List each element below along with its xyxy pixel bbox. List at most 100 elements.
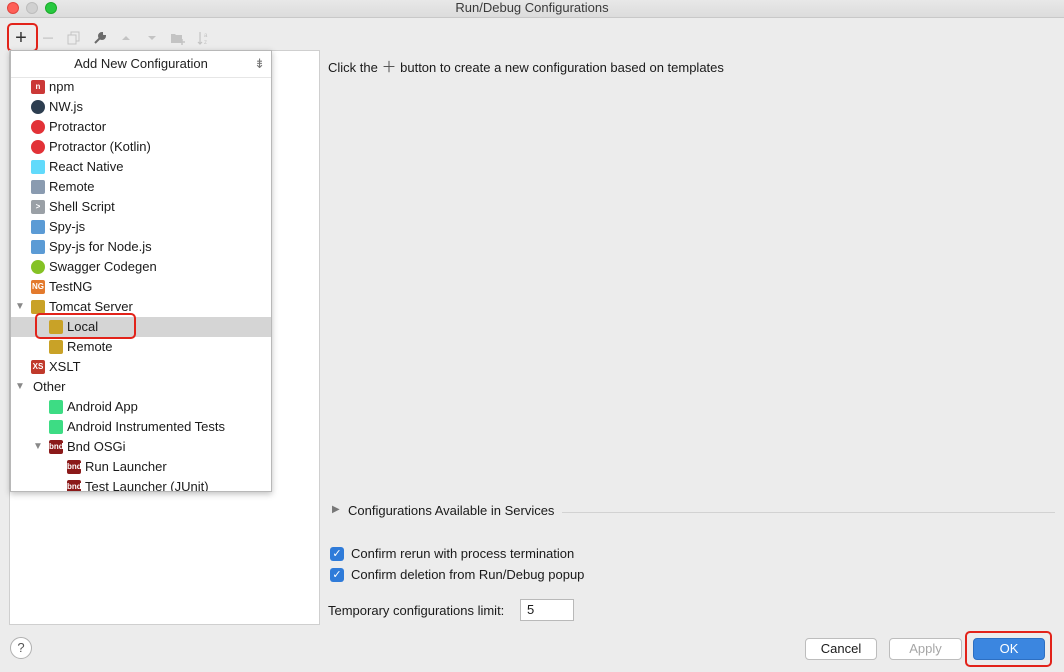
title-bar: Run/Debug Configurations <box>0 0 1064 18</box>
xslt-icon: XS <box>31 360 45 374</box>
confirm-deletion-label: Confirm deletion from Run/Debug popup <box>351 567 585 582</box>
confirm-deletion-checkbox[interactable]: ✓ <box>330 568 344 582</box>
config-type-label: Android Instrumented Tests <box>67 419 226 434</box>
config-type-item[interactable]: ▼ bnd Bnd OSGi <box>11 437 271 457</box>
sort-button[interactable]: az <box>193 27 215 49</box>
copy-configuration-button[interactable] <box>63 27 85 49</box>
testng-icon: NG <box>31 280 45 294</box>
config-type-label: Protractor <box>49 119 107 134</box>
config-type-label: NW.js <box>49 99 83 114</box>
spyjs-node-icon <box>31 240 45 254</box>
hint-text-before: Click the <box>328 60 378 75</box>
config-type-item[interactable]: Swagger Codegen <box>11 257 271 277</box>
tomcat-icon <box>31 300 45 314</box>
config-type-item[interactable]: Spy-js <box>11 217 271 237</box>
config-type-label: Remote <box>67 339 113 354</box>
help-button[interactable]: ? <box>10 637 32 659</box>
bnd-run-icon: bnd <box>67 460 82 474</box>
android-icon <box>49 400 63 414</box>
cancel-button[interactable]: Cancel <box>805 638 877 660</box>
config-type-label: Bnd OSGi <box>67 439 126 454</box>
config-type-item[interactable]: n npm <box>11 77 271 97</box>
ok-highlight-box <box>965 631 1052 667</box>
config-type-item[interactable]: Protractor (Kotlin) <box>11 137 271 157</box>
bnd-icon: bnd <box>49 440 64 454</box>
protractor-icon <box>31 140 45 154</box>
config-type-item[interactable]: React Native <box>11 157 271 177</box>
plus-highlight-box <box>7 23 38 52</box>
tomcat-icon <box>49 340 63 354</box>
config-type-item[interactable]: NG TestNG <box>11 277 271 297</box>
react-icon <box>31 160 45 174</box>
config-type-item[interactable]: NW.js <box>11 97 271 117</box>
config-type-item[interactable]: Android App <box>11 397 271 417</box>
config-type-label: Remote <box>49 179 95 194</box>
config-type-label: Other <box>33 379 66 394</box>
config-type-item[interactable]: bnd Test Launcher (JUnit) <box>11 477 271 492</box>
services-section[interactable]: ▶ Configurations Available in Services <box>330 502 1055 522</box>
config-type-label: Spy-js for Node.js <box>49 239 152 254</box>
divider <box>562 512 1055 513</box>
arrow-down-icon <box>148 36 156 40</box>
config-type-item[interactable]: ▼ Other <box>11 377 271 397</box>
config-type-item[interactable]: > Shell Script <box>11 197 271 217</box>
shell-icon: > <box>31 200 45 214</box>
limit-label: Temporary configurations limit: <box>328 603 505 618</box>
config-type-label: npm <box>49 79 75 94</box>
config-type-label: Swagger Codegen <box>49 259 157 274</box>
arrow-up-icon <box>122 36 130 40</box>
local-highlight-box <box>35 313 136 339</box>
empty-state-hint: Click the ＋ button to create a new confi… <box>328 56 724 77</box>
confirm-rerun-label: Confirm rerun with process termination <box>351 546 575 561</box>
remove-configuration-button[interactable] <box>37 27 59 49</box>
android-icon <box>49 420 63 434</box>
limit-input[interactable]: 5 <box>520 599 574 621</box>
svg-text:z: z <box>204 40 207 45</box>
npm-icon: n <box>31 80 45 94</box>
config-type-label: XSLT <box>49 359 81 374</box>
wrench-icon <box>94 31 107 44</box>
edit-templates-button[interactable] <box>89 27 111 49</box>
collapse-all-icon[interactable]: ⇟ <box>254 51 265 77</box>
svg-text:a: a <box>204 33 208 39</box>
hint-text-after: button to create a new configuration bas… <box>400 60 724 75</box>
window-title: Run/Debug Configurations <box>455 0 609 15</box>
config-type-label: Protractor (Kotlin) <box>49 139 151 154</box>
protractor-icon <box>31 120 45 134</box>
sort-icon: az <box>197 32 208 45</box>
create-folder-button[interactable] <box>167 27 189 49</box>
nwjs-icon <box>31 100 45 114</box>
move-up-button[interactable] <box>115 27 137 49</box>
chevron-right-icon: ▶ <box>332 504 340 515</box>
config-type-label: Android App <box>67 399 138 414</box>
folder-add-icon <box>171 34 185 45</box>
remote-icon <box>31 180 45 194</box>
spyjs-icon <box>31 220 45 234</box>
chevron-down-icon[interactable]: ▼ <box>15 297 25 317</box>
config-type-item[interactable]: bnd Run Launcher <box>11 457 271 477</box>
config-type-item[interactable]: Protractor <box>11 117 271 137</box>
config-type-label: React Native <box>49 159 124 174</box>
add-new-configuration-popup: Add New Configuration ⇟ n npm NW.js Protrac… <box>10 50 272 492</box>
popup-header: Add New Configuration ⇟ <box>11 51 271 78</box>
config-type-item[interactable]: Remote <box>11 337 271 357</box>
services-label: Configurations Available in Services <box>348 503 555 518</box>
config-type-label: Spy-js <box>49 219 86 234</box>
config-type-label: Run Launcher <box>85 459 167 474</box>
confirm-rerun-checkbox[interactable]: ✓ <box>330 547 344 561</box>
minus-icon <box>43 37 53 39</box>
config-type-item[interactable]: Spy-js for Node.js <box>11 237 271 257</box>
move-down-button[interactable] <box>141 27 163 49</box>
config-type-label: Shell Script <box>49 199 115 214</box>
chevron-down-icon[interactable]: ▼ <box>33 437 43 457</box>
config-type-item[interactable]: XS XSLT <box>11 357 271 377</box>
config-type-item[interactable]: Android Instrumented Tests <box>11 417 271 437</box>
config-type-item[interactable]: Remote <box>11 177 271 197</box>
plus-icon: ＋ <box>381 59 397 76</box>
apply-button[interactable]: Apply <box>889 638 962 660</box>
bnd-test-icon: bnd <box>67 480 82 491</box>
config-type-label: Test Launcher (JUnit) <box>85 479 209 492</box>
popup-title: Add New Configuration <box>74 56 208 71</box>
copy-icon <box>67 31 80 45</box>
chevron-down-icon[interactable]: ▼ <box>15 377 25 397</box>
